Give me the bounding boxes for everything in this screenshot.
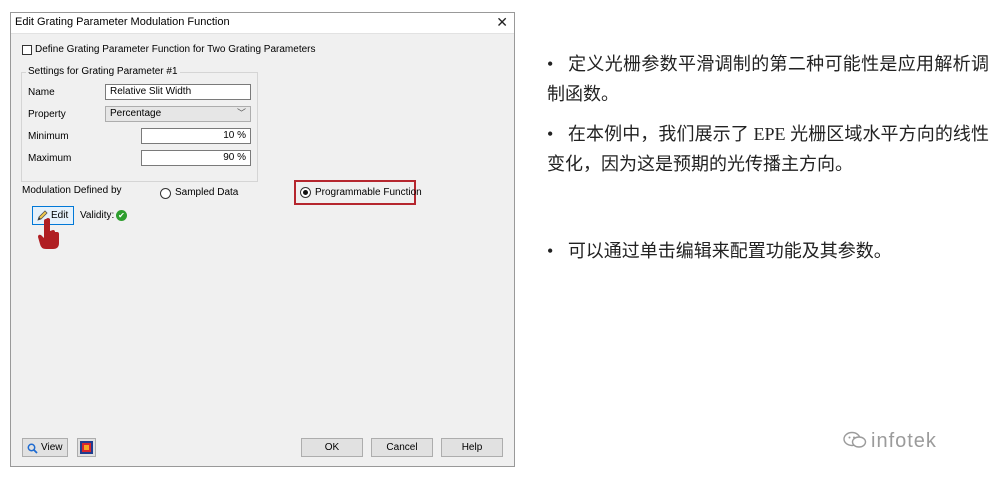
- ok-button[interactable]: OK: [301, 438, 363, 457]
- chevron-down-icon: ﹀: [236, 108, 246, 118]
- note-text-3: 可以通过单击编辑来配置功能及其参数。: [567, 241, 892, 261]
- note-text-1: 定义光栅参数平滑调制的第二种可能性是应用解析调制函数。: [547, 54, 989, 104]
- image-button[interactable]: [77, 438, 96, 457]
- two-params-checkbox-label: Define Grating Parameter Function for Tw…: [35, 44, 316, 55]
- validity-label: Validity:: [80, 210, 115, 221]
- programmable-function-radio[interactable]: [300, 187, 311, 198]
- wechat-icon: [843, 431, 867, 448]
- minimum-label: Minimum: [28, 131, 69, 142]
- watermark-text: infotek: [871, 430, 937, 452]
- minimum-field[interactable]: 10 %: [141, 128, 251, 144]
- property-label: Property: [28, 109, 66, 120]
- watermark: infotek: [843, 430, 937, 453]
- note-paragraph-1: • 定义光栅参数平滑调制的第二种可能性是应用解析调制函数。: [547, 49, 989, 109]
- dialog-title: Edit Grating Parameter Modulation Functi…: [15, 16, 230, 28]
- property-value: Percentage: [110, 108, 162, 119]
- property-dropdown[interactable]: Percentage ﹀: [105, 106, 251, 122]
- magnifier-icon: [27, 443, 38, 454]
- bullet: •: [547, 124, 554, 144]
- maximum-field[interactable]: 90 %: [141, 150, 251, 166]
- note-paragraph-3: • 可以通过单击编辑来配置功能及其参数。: [547, 236, 989, 266]
- two-params-checkbox[interactable]: [22, 45, 32, 55]
- sampled-data-radio[interactable]: [160, 188, 171, 199]
- edit-modulation-dialog: Edit Grating Parameter Modulation Functi…: [10, 12, 515, 467]
- programmable-function-label: Programmable Function: [315, 187, 422, 198]
- bullet: •: [547, 54, 554, 74]
- image-icon: [80, 441, 93, 454]
- view-button[interactable]: View: [22, 438, 68, 457]
- name-label: Name: [28, 87, 55, 98]
- settings-group-title: Settings for Grating Parameter #1: [26, 66, 180, 77]
- checkmark-icon: ✔: [116, 210, 127, 221]
- help-button[interactable]: Help: [441, 438, 503, 457]
- hand-pointer-icon: [38, 218, 59, 249]
- title-bar: Edit Grating Parameter Modulation Functi…: [11, 13, 514, 34]
- name-field[interactable]: Relative Slit Width: [105, 84, 251, 100]
- maximum-label: Maximum: [28, 153, 72, 164]
- view-label: View: [41, 442, 63, 453]
- cancel-button[interactable]: Cancel: [371, 438, 433, 457]
- note-text-2: 在本例中，我们展示了 EPE 光栅区域水平方向的线性变化，因为这是预期的光传播主…: [547, 124, 990, 174]
- sampled-data-label: Sampled Data: [175, 187, 239, 198]
- note-paragraph-2: • 在本例中，我们展示了 EPE 光栅区域水平方向的线性变化，因为这是预期的光传…: [547, 119, 989, 179]
- modulation-label: Modulation Defined by: [22, 185, 122, 196]
- bullet: •: [547, 241, 554, 261]
- close-icon[interactable]: ✕: [496, 14, 508, 31]
- radio-selected-dot: [303, 190, 308, 195]
